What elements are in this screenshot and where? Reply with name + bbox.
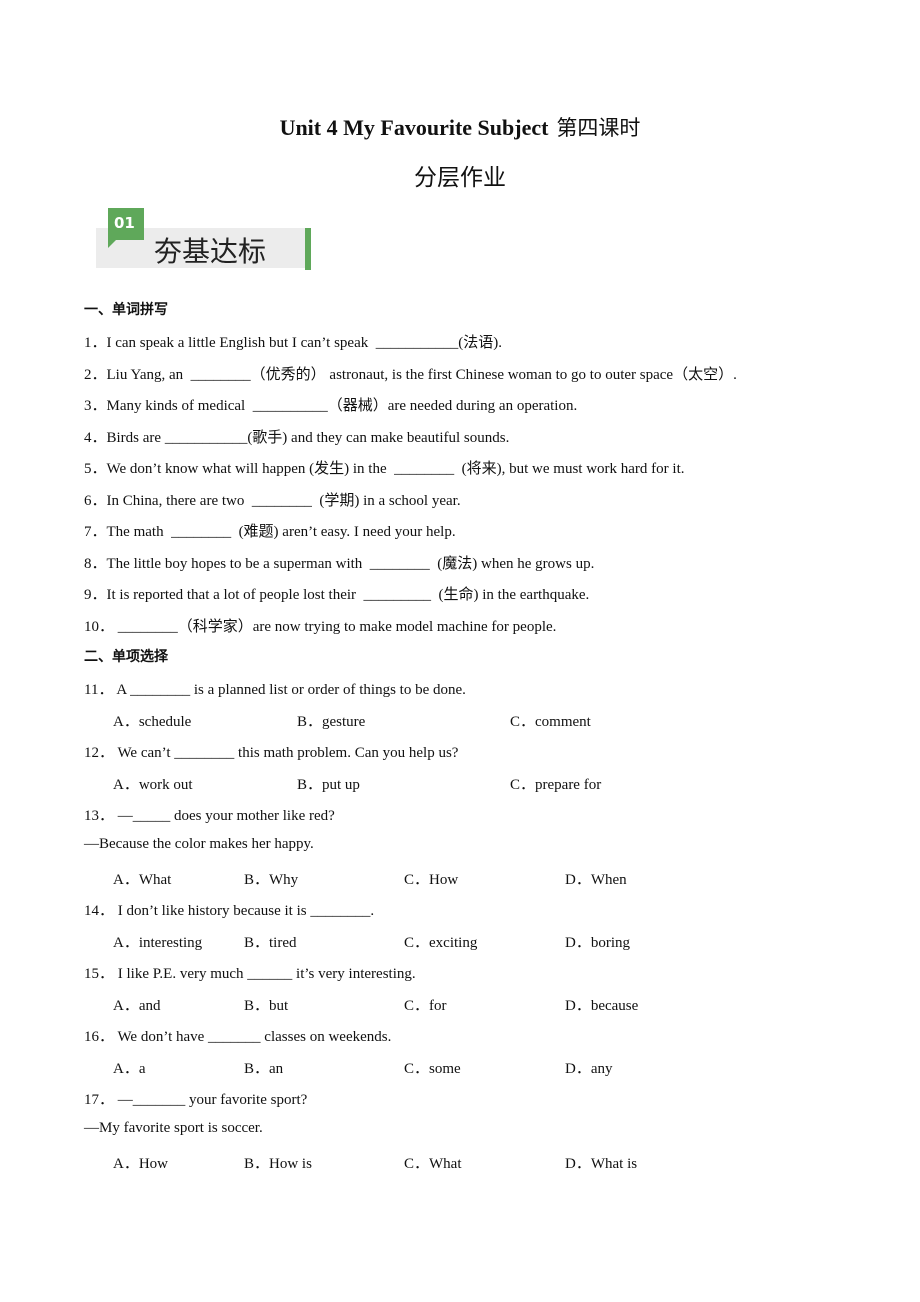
answer-option: C．some [404,1061,461,1077]
section-banner: 01 夯基达标 [96,208,314,270]
question-item: 8．The little boy hopes to be a superman … [84,556,595,572]
section-heading-spelling: 一、单词拼写 [84,302,168,318]
answer-option: D．any [565,1061,613,1077]
answer-option: B．put up [297,777,360,793]
answer-option: C．comment [510,714,591,730]
answer-option: D．because [565,998,639,1014]
answer-option: B．but [244,998,289,1014]
question-item: 10． ________（科学家）are now trying to make … [84,619,557,635]
question-stem: 12． We can’t ________ this math problem.… [84,745,459,761]
question-stem: 17． —_______ your favorite sport? [84,1092,308,1108]
title-chinese: 第四课时 [556,116,641,140]
answer-option: A．a [113,1061,146,1077]
question-item: 7．The math ________ (难题) aren’t easy. I … [84,524,456,540]
answer-option: A．What [113,872,172,888]
answer-option: D．When [565,872,627,888]
answer-option: B．an [244,1061,284,1077]
question-item: 2．Liu Yang, an ________（优秀的） astronaut, … [84,367,737,383]
question-item: 4．Birds are ___________(歌手) and they can… [84,430,510,446]
question-item: 6．In China, there are two ________ (学期) … [84,493,461,509]
dialogue-reply: —Because the color makes her happy. [84,836,314,852]
document-title: Unit 4 My Favourite Subject 第四课时 [0,112,920,142]
answer-option: C．How [404,872,459,888]
answer-option: A．schedule [113,714,192,730]
answer-option: A．interesting [113,935,203,951]
answer-option: D．What is [565,1156,638,1172]
section-heading-choice: 二、单项选择 [84,649,168,665]
answer-option: C．for [404,998,447,1014]
question-stem: 13． —_____ does your mother like red? [84,808,335,824]
question-item: 9．It is reported that a lot of people lo… [84,587,590,603]
question-item: 5．We don’t know what will happen (发生) in… [84,461,685,477]
answer-option: C．exciting [404,935,478,951]
question-item: 1．I can speak a little English but I can… [84,335,502,351]
document-subtitle: 分层作业 [414,165,506,191]
answer-option: A．work out [113,777,193,793]
question-item: 3．Many kinds of medical __________（器械）ar… [84,398,578,414]
answer-option: B．gesture [297,714,366,730]
answer-option: C．prepare for [510,777,602,793]
banner-accent-bar [305,228,311,270]
answer-option: B．How is [244,1156,312,1172]
answer-option: A．and [113,998,161,1014]
answer-option: B．tired [244,935,297,951]
title-english: Unit 4 My Favourite Subject [279,115,549,140]
question-stem: 14． I don’t like history because it is _… [84,903,375,919]
question-stem: 11． A ________ is a planned list or orde… [84,682,466,698]
answer-option: A．How [113,1156,168,1172]
answer-option: C．What [404,1156,462,1172]
banner-number-badge: 01 [108,208,144,240]
answer-option: D．boring [565,935,630,951]
dialogue-reply: —My favorite sport is soccer. [84,1120,263,1136]
banner-label: 夯基达标 [154,235,267,268]
question-stem: 16． We don’t have _______ classes on wee… [84,1029,392,1045]
question-stem: 15． I like P.E. very much ______ it’s ve… [84,966,416,982]
answer-option: B．Why [244,872,299,888]
speech-bubble-tail-icon [108,240,116,248]
